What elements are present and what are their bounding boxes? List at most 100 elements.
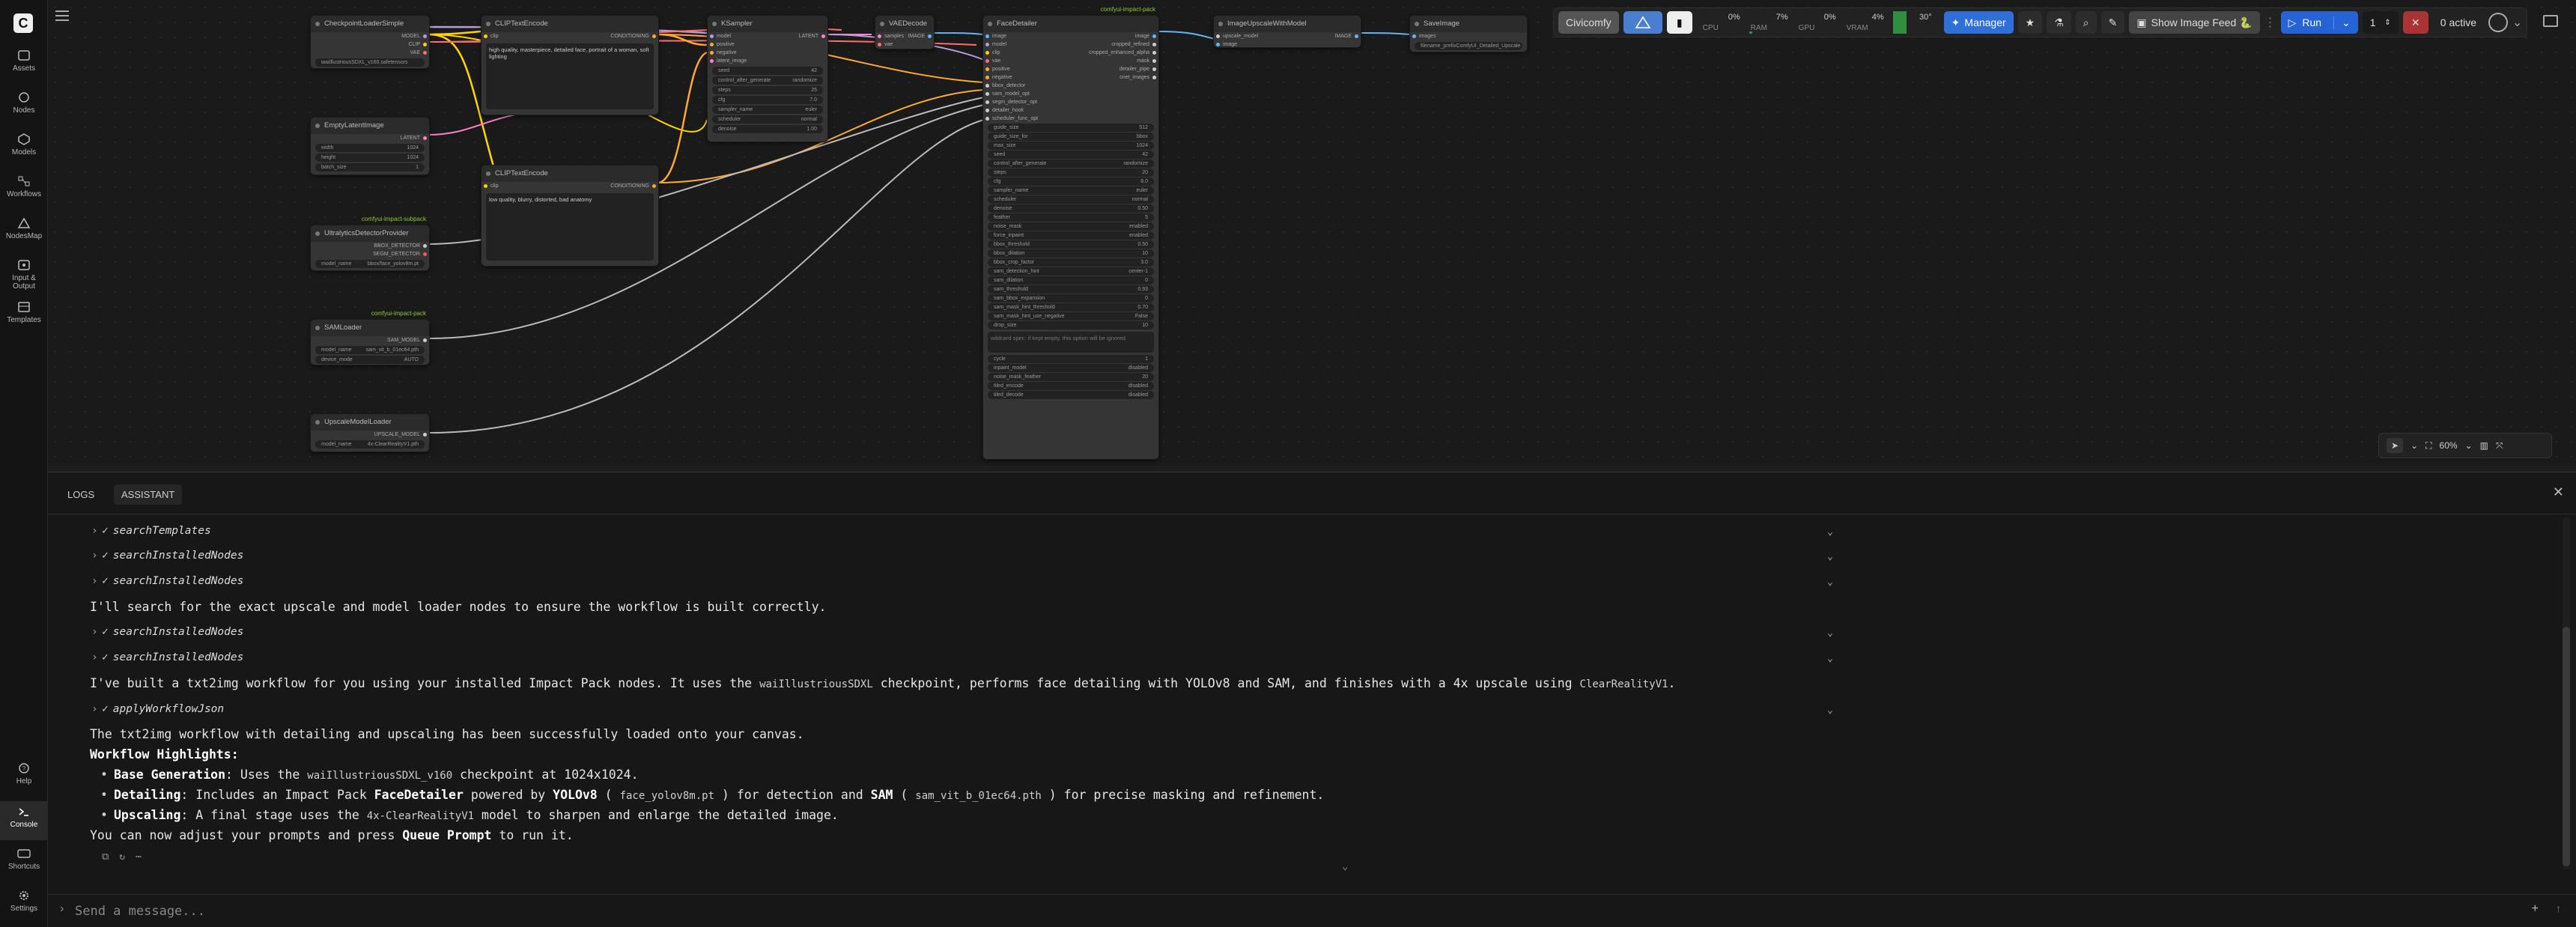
wildcard-textarea[interactable]: wildcard spec: if kept empty, this optio… — [988, 332, 1154, 353]
input-slot[interactable]: negative — [983, 73, 1071, 82]
input-samples[interactable]: samples IMAGE — [875, 32, 934, 40]
batch-size-widget[interactable]: batch_size 1 — [315, 163, 425, 171]
node-image-upscale-with-model[interactable]: ImageUpscaleWithModel upscale_model IMAGE… — [1213, 15, 1361, 48]
output-slot[interactable]: cnet_images — [1071, 73, 1158, 82]
widget[interactable]: cycle 1 — [988, 355, 1154, 363]
output-slot[interactable]: image — [1071, 32, 1158, 40]
widget[interactable]: tiled_decode disabled — [988, 391, 1154, 399]
output-slot[interactable]: cropped_enhanced_alpha — [1071, 49, 1158, 57]
sampler-name-widget[interactable]: sampler_name euler — [712, 106, 823, 114]
output-model[interactable]: MODEL — [311, 32, 429, 40]
input-slot[interactable]: clip — [983, 49, 1071, 57]
seed-widget[interactable]: seed 42 — [712, 67, 823, 75]
zoom-level[interactable]: 60% — [2440, 440, 2458, 451]
widget[interactable]: sam_mask_hint_threshold 0.70 — [988, 303, 1154, 311]
tool-call-row[interactable]: › ✓ applyWorkflowJson — [91, 703, 224, 715]
sidebar-item-input-output[interactable]: Input & Output — [0, 259, 48, 291]
node-face-detailer[interactable]: comfyui-impact-pack FaceDetailer image mo… — [982, 6, 1159, 460]
height-widget[interactable]: height 1024 — [315, 154, 425, 162]
chevron-down-icon[interactable]: ⌄ — [1827, 551, 1833, 562]
chevron-down-icon[interactable]: ⌄ — [1827, 577, 1833, 588]
chat-scrollbar-thumb[interactable] — [2563, 627, 2570, 866]
sidebar-item-console[interactable]: Console — [0, 801, 48, 840]
tool-call-row[interactable]: › ✓ searchInstalledNodes — [91, 550, 243, 562]
filename-prefix-widget[interactable]: filename_prefix ComfyUI_Detailed_Upscale — [1415, 42, 1522, 50]
output-slot[interactable]: cropped_refined — [1071, 40, 1158, 49]
model-name-widget[interactable]: model_name sam_vit_b_01ec64.pth — [315, 346, 425, 354]
input-clip[interactable]: clip CONDITIONING — [482, 182, 658, 191]
cfg-widget[interactable]: cfg 7.0 — [712, 96, 823, 104]
close-panel-icon[interactable]: ✕ — [2553, 484, 2564, 500]
output-clip[interactable]: CLIP — [311, 40, 429, 49]
steps-widget[interactable]: steps 25 — [712, 86, 823, 94]
chevron-down-icon[interactable]: ⌄ — [2333, 16, 2351, 29]
input-slot[interactable]: bbox_detector — [983, 82, 1071, 90]
queue-active-count[interactable]: 0 active — [2433, 16, 2484, 28]
send-icon[interactable]: ↑ — [2556, 902, 2561, 914]
widget[interactable]: drop_size 10 — [988, 321, 1154, 329]
widget[interactable]: feather 5 — [988, 213, 1154, 222]
output-bbox-detector[interactable]: BBOX_DETECTOR — [311, 242, 429, 250]
add-icon[interactable]: + — [2532, 902, 2539, 916]
comfy-logo[interactable]: C — [13, 13, 33, 33]
prompt-textarea[interactable]: low quality, blurry, distorted, bad anat… — [486, 193, 654, 261]
widget[interactable]: noise_mask_feather 20 — [988, 373, 1154, 381]
widget[interactable]: denoise 0.50 — [988, 204, 1154, 213]
denoise-widget[interactable]: denoise 1.00 — [712, 125, 823, 133]
tool-call-row[interactable]: › ✓ searchInstalledNodes — [91, 575, 243, 587]
output-sam-model[interactable]: SAM_MODEL — [311, 336, 429, 344]
sidebar-item-help[interactable]: ? Help — [0, 762, 48, 785]
widget[interactable]: noise_mask enabled — [988, 222, 1154, 231]
tab-logs[interactable]: LOGS — [60, 484, 102, 505]
fit-view-icon[interactable]: ⛶ — [2425, 440, 2431, 452]
input-slot[interactable]: vae — [983, 57, 1071, 65]
more-icon[interactable]: ⋯ — [136, 851, 142, 863]
crystools-logo-button[interactable] — [1623, 11, 1662, 34]
node-vae-decode[interactable]: VAEDecode samples IMAGE vae — [875, 15, 935, 49]
tool-button-1[interactable]: ⚗ — [2047, 11, 2071, 34]
copy-icon[interactable]: ⧉ — [102, 851, 109, 863]
chevron-down-icon[interactable]: ⌄ — [2512, 15, 2522, 30]
widget[interactable]: steps 20 — [988, 168, 1154, 177]
minimap-icon[interactable]: ▥ — [2480, 440, 2488, 451]
width-widget[interactable]: width 1024 — [315, 144, 425, 152]
node-checkpoint-loader[interactable]: CheckpointLoaderSimple MODEL CLIP VAE wa… — [310, 15, 430, 69]
widget[interactable]: control_after_generate randomize — [988, 159, 1154, 168]
widget[interactable]: force_inpaint enabled — [988, 231, 1154, 240]
model-name-widget[interactable]: model_name bbox/face_yolov8m.pt — [315, 260, 425, 268]
hide-links-icon[interactable]: ⤧ — [2496, 440, 2503, 452]
tab-assistant[interactable]: ASSISTANT — [114, 484, 183, 505]
node-canvas[interactable]: CheckpointLoaderSimple MODEL CLIP VAE wa… — [48, 0, 2576, 466]
bookmark-button[interactable]: ▮ — [1666, 11, 1692, 34]
batch-count-input[interactable]: 1 ⇕ — [2362, 11, 2399, 34]
widget[interactable]: sam_dilation 0 — [988, 276, 1154, 285]
input-positive[interactable]: positive — [708, 40, 827, 49]
tool-button-3[interactable]: ✎ — [2100, 11, 2125, 34]
tool-call-row[interactable]: › ✓ searchTemplates — [91, 525, 211, 537]
widget[interactable]: sam_threshold 0.93 — [988, 285, 1154, 294]
output-segm-detector[interactable]: SEGM_DETECTOR — [311, 250, 429, 258]
output-vae[interactable]: VAE — [311, 49, 429, 57]
node-save-image[interactable]: SaveImage images filename_prefix ComfyUI_… — [1409, 15, 1528, 52]
widget[interactable]: sampler_name euler — [988, 186, 1154, 195]
chevron-down-icon[interactable]: ⌄ — [2465, 440, 2473, 451]
widget[interactable]: inpaint_model disabled — [988, 364, 1154, 372]
input-model[interactable]: model LATENT — [708, 32, 827, 40]
widget[interactable]: scheduler normal — [988, 195, 1154, 204]
control-after-generate-widget[interactable]: control_after_generate randomize — [712, 76, 823, 85]
input-latent-image[interactable]: latent_image — [708, 57, 827, 65]
sidebar-item-nodesmap[interactable]: NodesMap — [0, 217, 48, 240]
chevron-down-icon[interactable]: ⌄ — [1827, 627, 1833, 639]
retry-icon[interactable]: ↻ — [119, 851, 125, 863]
manager-button[interactable]: ✦ Manager — [1943, 11, 2014, 34]
widget[interactable]: sam_mask_hint_use_negative False — [988, 312, 1154, 320]
input-slot[interactable]: positive — [983, 65, 1071, 73]
interrupt-button[interactable]: ✕ — [2402, 11, 2428, 34]
input-slot[interactable]: sam_model_opt — [983, 90, 1071, 98]
node-ultralytics-detector[interactable]: comfyui-impact-subpack UltralyticsDetect… — [310, 216, 430, 271]
widget[interactable]: sam_detection_hint center-1 — [988, 267, 1154, 276]
input-slot[interactable]: image — [983, 32, 1071, 40]
widget[interactable]: seed 42 — [988, 151, 1154, 159]
scheduler-widget[interactable]: scheduler normal — [712, 115, 823, 124]
input-slot[interactable]: detailer_hook — [983, 106, 1071, 115]
